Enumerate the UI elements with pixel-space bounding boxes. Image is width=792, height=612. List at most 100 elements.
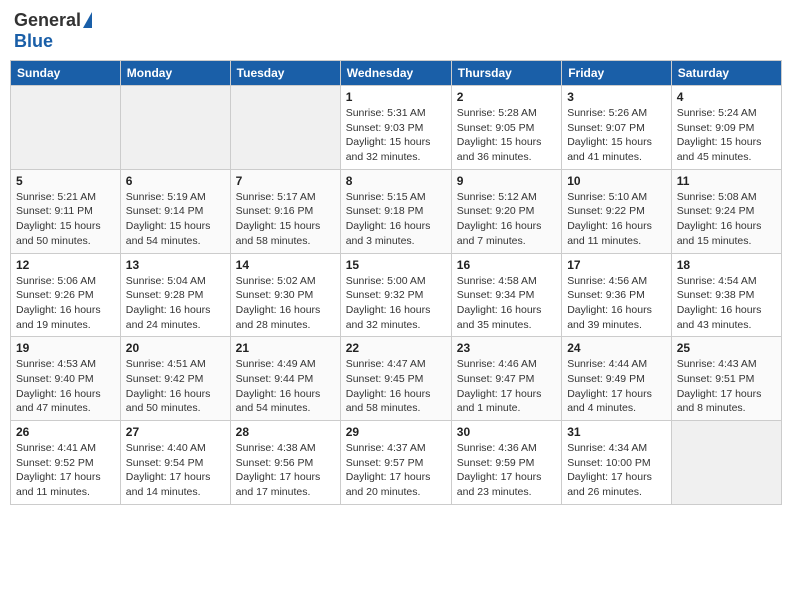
day-number: 29 bbox=[346, 425, 446, 439]
calendar-cell: 25Sunrise: 4:43 AM Sunset: 9:51 PM Dayli… bbox=[671, 337, 781, 421]
day-number: 4 bbox=[677, 90, 776, 104]
day-number: 11 bbox=[677, 174, 776, 188]
day-info: Sunrise: 4:38 AM Sunset: 9:56 PM Dayligh… bbox=[236, 441, 335, 500]
calendar-cell: 28 Sunrise: 4:38 AM Sunset: 9:56 PM Dayli… bbox=[230, 421, 340, 505]
weekday-header-saturday: Saturday bbox=[671, 61, 781, 86]
weekday-header-monday: Monday bbox=[120, 61, 230, 86]
calendar-cell: 13Sunrise: 5:04 AM Sunset: 9:28 PM Dayli… bbox=[120, 253, 230, 337]
day-number: 26 bbox=[16, 425, 115, 439]
day-info: Sunrise: 5:19 AM Sunset: 9:14 PM Dayligh… bbox=[126, 190, 225, 249]
day-number: 24 bbox=[567, 341, 666, 355]
day-info: Sunrise: 4:56 AM Sunset: 9:36 PM Dayligh… bbox=[567, 274, 666, 333]
day-number: 16 bbox=[457, 258, 556, 272]
day-info: Sunrise: 4:44 AM Sunset: 9:49 PM Dayligh… bbox=[567, 357, 666, 416]
day-info: Sunrise: 4:40 AM Sunset: 9:54 PM Dayligh… bbox=[126, 441, 225, 500]
calendar-cell: 10Sunrise: 5:10 AM Sunset: 9:22 PM Dayli… bbox=[562, 169, 672, 253]
calendar-table: SundayMondayTuesdayWednesdayThursdayFrid… bbox=[10, 60, 782, 505]
calendar-cell: 29 Sunrise: 4:37 AM Sunset: 9:57 PM Dayli… bbox=[340, 421, 451, 505]
day-info: Sunrise: 4:37 AM Sunset: 9:57 PM Dayligh… bbox=[346, 441, 446, 500]
calendar-cell: 12 Sunrise: 5:06 AM Sunset: 9:26 PM Dayli… bbox=[11, 253, 121, 337]
calendar-cell: 18 Sunrise: 4:54 AM Sunset: 9:38 PM Dayli… bbox=[671, 253, 781, 337]
day-number: 9 bbox=[457, 174, 556, 188]
day-number: 1 bbox=[346, 90, 446, 104]
day-info: Sunrise: 5:17 AM Sunset: 9:16 PM Dayligh… bbox=[236, 190, 335, 249]
day-info: Sunrise: 4:34 AM Sunset: 10:00 PM Daylig… bbox=[567, 441, 666, 500]
day-info: Sunrise: 5:08 AM Sunset: 9:24 PM Dayligh… bbox=[677, 190, 776, 249]
day-number: 20 bbox=[126, 341, 225, 355]
day-number: 2 bbox=[457, 90, 556, 104]
day-number: 14 bbox=[236, 258, 335, 272]
calendar-cell: 30 Sunrise: 4:36 AM Sunset: 9:59 PM Dayli… bbox=[451, 421, 561, 505]
page-header: General Blue bbox=[10, 10, 782, 52]
calendar-cell: 8 Sunrise: 5:15 AM Sunset: 9:18 PM Daylig… bbox=[340, 169, 451, 253]
day-info: Sunrise: 4:49 AM Sunset: 9:44 PM Dayligh… bbox=[236, 357, 335, 416]
logo: General Blue bbox=[14, 10, 92, 52]
day-info: Sunrise: 5:00 AM Sunset: 9:32 PM Dayligh… bbox=[346, 274, 446, 333]
day-number: 28 bbox=[236, 425, 335, 439]
day-info: Sunrise: 4:43 AM Sunset: 9:51 PM Dayligh… bbox=[677, 357, 776, 416]
day-info: Sunrise: 5:12 AM Sunset: 9:20 PM Dayligh… bbox=[457, 190, 556, 249]
day-info: Sunrise: 5:06 AM Sunset: 9:26 PM Dayligh… bbox=[16, 274, 115, 333]
weekday-header-thursday: Thursday bbox=[451, 61, 561, 86]
day-info: Sunrise: 5:21 AM Sunset: 9:11 PM Dayligh… bbox=[16, 190, 115, 249]
day-info: Sunrise: 4:53 AM Sunset: 9:40 PM Dayligh… bbox=[16, 357, 115, 416]
day-number: 31 bbox=[567, 425, 666, 439]
calendar-cell bbox=[11, 86, 121, 170]
calendar-cell: 24 Sunrise: 4:44 AM Sunset: 9:49 PM Dayli… bbox=[562, 337, 672, 421]
calendar-cell: 31 Sunrise: 4:34 AM Sunset: 10:00 PM Dayl… bbox=[562, 421, 672, 505]
calendar-cell: 1 Sunrise: 5:31 AM Sunset: 9:03 PM Daylig… bbox=[340, 86, 451, 170]
day-info: Sunrise: 5:26 AM Sunset: 9:07 PM Dayligh… bbox=[567, 106, 666, 165]
day-info: Sunrise: 5:02 AM Sunset: 9:30 PM Dayligh… bbox=[236, 274, 335, 333]
calendar-cell: 26Sunrise: 4:41 AM Sunset: 9:52 PM Dayli… bbox=[11, 421, 121, 505]
day-info: Sunrise: 5:28 AM Sunset: 9:05 PM Dayligh… bbox=[457, 106, 556, 165]
day-number: 12 bbox=[16, 258, 115, 272]
day-info: Sunrise: 4:58 AM Sunset: 9:34 PM Dayligh… bbox=[457, 274, 556, 333]
day-number: 10 bbox=[567, 174, 666, 188]
calendar-cell: 27 Sunrise: 4:40 AM Sunset: 9:54 PM Dayli… bbox=[120, 421, 230, 505]
calendar-cell: 14 Sunrise: 5:02 AM Sunset: 9:30 PM Dayli… bbox=[230, 253, 340, 337]
day-number: 22 bbox=[346, 341, 446, 355]
day-info: Sunrise: 5:24 AM Sunset: 9:09 PM Dayligh… bbox=[677, 106, 776, 165]
day-number: 23 bbox=[457, 341, 556, 355]
weekday-header-tuesday: Tuesday bbox=[230, 61, 340, 86]
day-number: 6 bbox=[126, 174, 225, 188]
day-info: Sunrise: 4:36 AM Sunset: 9:59 PM Dayligh… bbox=[457, 441, 556, 500]
day-number: 5 bbox=[16, 174, 115, 188]
logo-blue: Blue bbox=[14, 31, 53, 51]
calendar-cell: 20 Sunrise: 4:51 AM Sunset: 9:42 PM Dayli… bbox=[120, 337, 230, 421]
logo-triangle bbox=[83, 12, 92, 28]
calendar-cell: 5 Sunrise: 5:21 AM Sunset: 9:11 PM Daylig… bbox=[11, 169, 121, 253]
day-info: Sunrise: 4:47 AM Sunset: 9:45 PM Dayligh… bbox=[346, 357, 446, 416]
day-number: 8 bbox=[346, 174, 446, 188]
day-number: 3 bbox=[567, 90, 666, 104]
calendar-cell: 7 Sunrise: 5:17 AM Sunset: 9:16 PM Daylig… bbox=[230, 169, 340, 253]
calendar-cell: 23 Sunrise: 4:46 AM Sunset: 9:47 PM Dayli… bbox=[451, 337, 561, 421]
calendar-cell: 15 Sunrise: 5:00 AM Sunset: 9:32 PM Dayli… bbox=[340, 253, 451, 337]
day-number: 18 bbox=[677, 258, 776, 272]
day-info: Sunrise: 4:51 AM Sunset: 9:42 PM Dayligh… bbox=[126, 357, 225, 416]
day-number: 15 bbox=[346, 258, 446, 272]
day-info: Sunrise: 4:46 AM Sunset: 9:47 PM Dayligh… bbox=[457, 357, 556, 416]
calendar-cell: 9 Sunrise: 5:12 AM Sunset: 9:20 PM Daylig… bbox=[451, 169, 561, 253]
calendar-cell: 3 Sunrise: 5:26 AM Sunset: 9:07 PM Daylig… bbox=[562, 86, 672, 170]
calendar-cell: 6 Sunrise: 5:19 AM Sunset: 9:14 PM Daylig… bbox=[120, 169, 230, 253]
day-number: 13 bbox=[126, 258, 225, 272]
day-number: 21 bbox=[236, 341, 335, 355]
logo-general: General bbox=[14, 10, 81, 31]
day-number: 30 bbox=[457, 425, 556, 439]
calendar-cell: 2 Sunrise: 5:28 AM Sunset: 9:05 PM Daylig… bbox=[451, 86, 561, 170]
day-info: Sunrise: 5:31 AM Sunset: 9:03 PM Dayligh… bbox=[346, 106, 446, 165]
day-number: 27 bbox=[126, 425, 225, 439]
calendar-cell: 21 Sunrise: 4:49 AM Sunset: 9:44 PM Dayli… bbox=[230, 337, 340, 421]
weekday-header-wednesday: Wednesday bbox=[340, 61, 451, 86]
weekday-header-friday: Friday bbox=[562, 61, 672, 86]
day-info: Sunrise: 4:54 AM Sunset: 9:38 PM Dayligh… bbox=[677, 274, 776, 333]
calendar-cell: 22 Sunrise: 4:47 AM Sunset: 9:45 PM Dayli… bbox=[340, 337, 451, 421]
calendar-cell: 16 Sunrise: 4:58 AM Sunset: 9:34 PM Dayli… bbox=[451, 253, 561, 337]
day-number: 7 bbox=[236, 174, 335, 188]
calendar-cell: 4 Sunrise: 5:24 AM Sunset: 9:09 PM Daylig… bbox=[671, 86, 781, 170]
calendar-cell: 17Sunrise: 4:56 AM Sunset: 9:36 PM Dayli… bbox=[562, 253, 672, 337]
day-info: Sunrise: 5:15 AM Sunset: 9:18 PM Dayligh… bbox=[346, 190, 446, 249]
calendar-cell bbox=[120, 86, 230, 170]
calendar-cell bbox=[230, 86, 340, 170]
